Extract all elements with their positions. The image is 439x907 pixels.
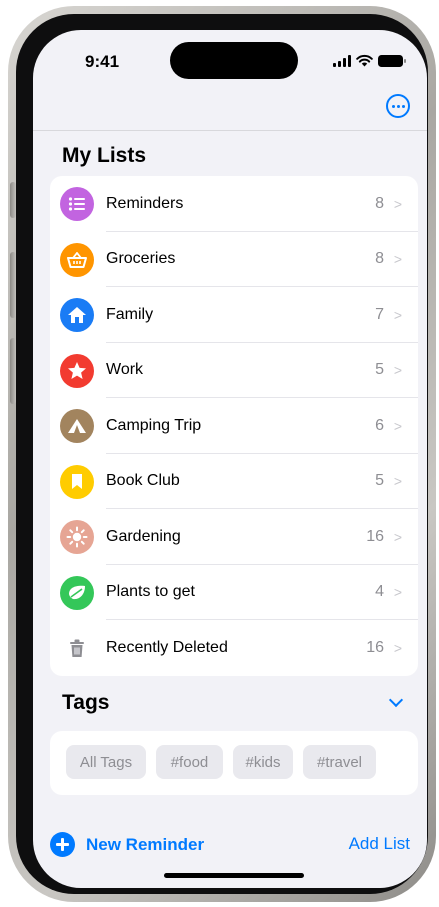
chevron-right-icon: > xyxy=(393,195,402,212)
list-name: Family xyxy=(106,305,154,323)
chevron-right-icon: > xyxy=(393,362,402,379)
screen: 9:41 My Lists Reminders 8 > Groceries 8 … xyxy=(33,30,427,888)
new-reminder-button[interactable]: New Reminder xyxy=(50,832,204,857)
list-row-groceries[interactable]: Groceries 8 > xyxy=(50,232,418,287)
tag-kids[interactable]: #kids xyxy=(233,745,293,779)
bookmark-icon xyxy=(60,464,94,499)
tent-icon xyxy=(60,409,94,443)
tag-food[interactable]: #food xyxy=(156,745,223,779)
list-name: Gardening xyxy=(106,527,181,545)
list-row-family[interactable]: Family 7 > xyxy=(50,287,418,343)
chevron-right-icon: > xyxy=(393,417,402,434)
list-name: Reminders xyxy=(106,194,184,212)
chevron-right-icon: > xyxy=(393,251,402,268)
nav-divider xyxy=(33,130,427,131)
list-row-plants-to-get[interactable]: Plants to get 4 > xyxy=(50,565,418,620)
status-time: 9:41 xyxy=(85,52,120,71)
leaf-icon xyxy=(60,575,94,610)
chevron-down-icon[interactable] xyxy=(388,692,404,708)
chevron-right-icon: > xyxy=(393,639,402,656)
new-reminder-label: New Reminder xyxy=(86,834,205,854)
house-icon xyxy=(60,298,94,332)
add-list-button[interactable]: Add List xyxy=(349,834,410,854)
list-row-camping-trip[interactable]: Camping Trip 6 > xyxy=(50,398,418,454)
list-name: Work xyxy=(106,361,144,379)
wifi-icon xyxy=(356,54,373,67)
list-row-work[interactable]: Work 5 > xyxy=(50,343,418,398)
list-row-book-club[interactable]: Book Club 5 > xyxy=(50,454,418,509)
dynamic-island xyxy=(170,42,298,79)
my-lists-heading: My Lists xyxy=(62,144,147,167)
trash-icon xyxy=(60,631,94,665)
list-count: 5 xyxy=(375,472,384,490)
sun-icon xyxy=(60,520,94,554)
plus-circle-icon xyxy=(50,832,75,857)
list-count: 16 xyxy=(366,527,384,545)
list-bullet-icon xyxy=(60,187,94,221)
tag-travel[interactable]: #travel xyxy=(303,745,376,779)
list-name: Book Club xyxy=(106,472,180,490)
chevron-right-icon: > xyxy=(393,306,402,323)
list-count: 16 xyxy=(366,638,384,656)
list-name: Groceries xyxy=(106,250,176,268)
list-row-gardening[interactable]: Gardening 16 > xyxy=(50,509,418,565)
battery-icon xyxy=(378,54,406,67)
more-options-button[interactable] xyxy=(386,94,410,118)
list-count: 4 xyxy=(375,583,384,601)
list-count: 8 xyxy=(375,250,384,268)
list-count: 8 xyxy=(375,194,384,212)
signal-icon xyxy=(333,54,351,67)
list-count: 7 xyxy=(375,305,384,323)
chevron-right-icon: > xyxy=(393,473,402,490)
star-icon xyxy=(60,353,94,388)
list-name: Plants to get xyxy=(106,583,195,601)
chevron-right-icon: > xyxy=(393,584,402,601)
my-lists-card: Reminders 8 > Groceries 8 > Family 7 > W… xyxy=(50,176,418,676)
home-indicator[interactable] xyxy=(164,873,304,878)
basket-icon xyxy=(60,242,94,277)
list-count: 5 xyxy=(375,361,384,379)
tag-all-tags[interactable]: All Tags xyxy=(66,745,146,779)
list-row-reminders[interactable]: Reminders 8 > xyxy=(50,176,418,232)
status-icons xyxy=(333,54,406,67)
list-name: Camping Trip xyxy=(106,416,202,434)
tags-heading: Tags xyxy=(62,691,110,714)
list-count: 6 xyxy=(375,416,384,434)
list-row-recently-deleted[interactable]: Recently Deleted 16 > xyxy=(50,620,418,676)
list-name: Recently Deleted xyxy=(106,638,228,656)
device-frame: 9:41 My Lists Reminders 8 > Groceries 8 … xyxy=(8,6,436,902)
tags-card: All Tags #food #kids #travel xyxy=(50,731,418,795)
chevron-right-icon: > xyxy=(393,528,402,545)
